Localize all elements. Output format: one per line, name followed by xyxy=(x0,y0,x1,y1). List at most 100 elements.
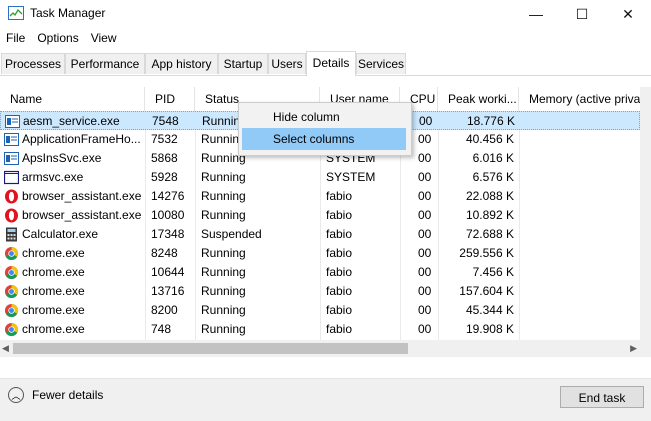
cell-user-name: fabio xyxy=(326,227,353,241)
cell-name: ApsInsSvc.exe xyxy=(22,151,102,165)
cell-pid: 14276 xyxy=(151,189,185,203)
cell-pid: 10644 xyxy=(151,265,185,279)
cell-user-name: fabio xyxy=(326,322,353,336)
cell-pid: 10080 xyxy=(151,208,185,222)
menu-file[interactable]: File xyxy=(0,29,31,49)
cell-pid: 8200 xyxy=(151,303,178,317)
cell-status: Running xyxy=(201,322,246,336)
cell-name: browser_assistant.exe xyxy=(22,208,142,222)
minimize-button[interactable]: — xyxy=(513,0,559,28)
scroll-left-icon[interactable]: ◀ xyxy=(2,343,9,354)
cell-name: chrome.exe xyxy=(22,322,85,336)
table-row[interactable]: chrome.exe 748 Running fabio 00 19.908 K xyxy=(0,320,640,339)
table-row[interactable]: armsvc.exe 5928 Running SYSTEM 00 6.576 K xyxy=(0,168,640,187)
cell-pid: 748 xyxy=(151,322,172,336)
cell-pid: 17348 xyxy=(151,227,185,241)
tab-app-history[interactable]: App history xyxy=(145,53,218,74)
menu-item-select-columns[interactable]: Select columns xyxy=(242,128,406,150)
cell-pid: 5868 xyxy=(151,151,178,165)
cell-name: chrome.exe xyxy=(22,284,85,298)
menu-item-hide-column[interactable]: Hide column xyxy=(242,106,406,128)
cell-cpu: 00 xyxy=(418,303,432,317)
table-row[interactable]: Calculator.exe 17348 Suspended fabio 00 72.68… xyxy=(0,225,640,244)
cell-status: Running xyxy=(201,189,246,203)
horizontal-scrollbar[interactable]: ◀ ▶ xyxy=(0,340,640,357)
cell-peak-working-set: 40.456 K xyxy=(465,132,514,146)
window-title: Task Manager xyxy=(30,6,106,20)
end-task-button[interactable]: End task xyxy=(560,386,644,408)
cell-status: Running xyxy=(201,170,246,184)
cell-user-name: fabio xyxy=(326,284,353,298)
cell-user-name: fabio xyxy=(326,303,353,317)
cell-name: browser_assistant.exe xyxy=(22,189,142,203)
table-row[interactable]: chrome.exe 8200 Running fabio 00 45.344 K xyxy=(0,301,640,320)
menu-options[interactable]: Options xyxy=(31,29,84,49)
cell-name: Calculator.exe xyxy=(22,227,99,241)
column-header-name[interactable]: Name xyxy=(0,87,145,111)
close-button[interactable]: ✕ xyxy=(605,0,651,28)
menu-bar: File Options View xyxy=(0,29,123,49)
cell-pid: 7548 xyxy=(152,114,179,128)
tab-bar: Processes Performance App history Startu… xyxy=(0,51,651,76)
cell-cpu: 00 xyxy=(418,208,432,222)
cell-cpu: 00 xyxy=(418,246,432,260)
cell-user-name: fabio xyxy=(326,265,353,279)
cell-peak-working-set: 157.604 K xyxy=(459,284,514,298)
cell-name: chrome.exe xyxy=(22,265,85,279)
table-row[interactable]: chrome.exe 10644 Running fabio 00 7.456 K xyxy=(0,263,640,282)
cell-status: Suspended xyxy=(201,227,262,241)
footer-bar: ︿ Fewer details End task xyxy=(0,378,651,421)
cell-cpu: 00 xyxy=(418,170,432,184)
tab-processes[interactable]: Processes xyxy=(1,53,65,74)
scroll-right-icon[interactable]: ▶ xyxy=(630,343,637,354)
column-header-peak-working-set[interactable]: Peak worki... xyxy=(438,87,519,111)
fewer-details-label: Fewer details xyxy=(32,388,104,402)
column-header-pid[interactable]: PID xyxy=(145,87,195,111)
chevron-up-icon: ︿ xyxy=(8,387,24,403)
cell-pid: 8248 xyxy=(151,246,178,260)
task-manager-icon xyxy=(8,6,24,20)
cell-name: ApplicationFrameHo... xyxy=(22,132,141,146)
title-bar: Task Manager — ☐ ✕ xyxy=(0,0,651,28)
maximize-icon: ☐ xyxy=(575,5,589,22)
cell-pid: 5928 xyxy=(151,170,178,184)
cell-name: armsvc.exe xyxy=(22,170,84,184)
table-row[interactable]: browser_assistant.exe 10080 Running fabio 00… xyxy=(0,206,640,225)
column-header-memory-active-private[interactable]: Memory (active priva xyxy=(519,87,640,111)
tab-startup[interactable]: Startup xyxy=(218,53,268,74)
chrome-icon xyxy=(4,322,19,337)
app-icon xyxy=(4,151,19,166)
vertical-scrollbar[interactable] xyxy=(640,87,651,357)
cell-peak-working-set: 22.088 K xyxy=(465,189,514,203)
cell-cpu: 00 xyxy=(419,114,433,128)
cell-status: Running xyxy=(201,303,246,317)
cell-pid: 13716 xyxy=(151,284,185,298)
cell-cpu: 00 xyxy=(418,132,432,146)
opera-icon xyxy=(4,208,19,223)
tab-services[interactable]: Services xyxy=(356,53,406,74)
cell-cpu: 00 xyxy=(418,189,432,203)
cell-peak-working-set: 7.456 K xyxy=(472,265,514,279)
chrome-icon xyxy=(4,303,19,318)
table-row[interactable]: chrome.exe 13716 Running fabio 00 157.604 K xyxy=(0,282,640,301)
table-row[interactable]: chrome.exe 8248 Running fabio 00 259.556 K xyxy=(0,244,640,263)
scrollbar-thumb[interactable] xyxy=(13,343,408,354)
menu-view[interactable]: View xyxy=(85,29,123,49)
cell-name: chrome.exe xyxy=(22,303,85,317)
cell-peak-working-set: 6.016 K xyxy=(472,151,514,165)
cell-name: aesm_service.exe xyxy=(23,114,120,128)
cell-cpu: 00 xyxy=(418,265,432,279)
fewer-details-button[interactable]: ︿ Fewer details xyxy=(8,387,103,403)
tab-details[interactable]: Details xyxy=(306,51,356,76)
tab-users[interactable]: Users xyxy=(268,53,306,74)
table-row[interactable]: browser_assistant.exe 14276 Running fabio 00… xyxy=(0,187,640,206)
chrome-icon xyxy=(4,284,19,299)
cell-peak-working-set: 45.344 K xyxy=(465,303,514,317)
maximize-button[interactable]: ☐ xyxy=(559,0,605,28)
cell-status: Running xyxy=(201,265,246,279)
chrome-icon xyxy=(4,246,19,261)
cell-status: Running xyxy=(201,246,246,260)
close-icon: ✕ xyxy=(622,5,634,22)
tab-performance[interactable]: Performance xyxy=(65,53,145,74)
cell-user-name: fabio xyxy=(326,189,353,203)
